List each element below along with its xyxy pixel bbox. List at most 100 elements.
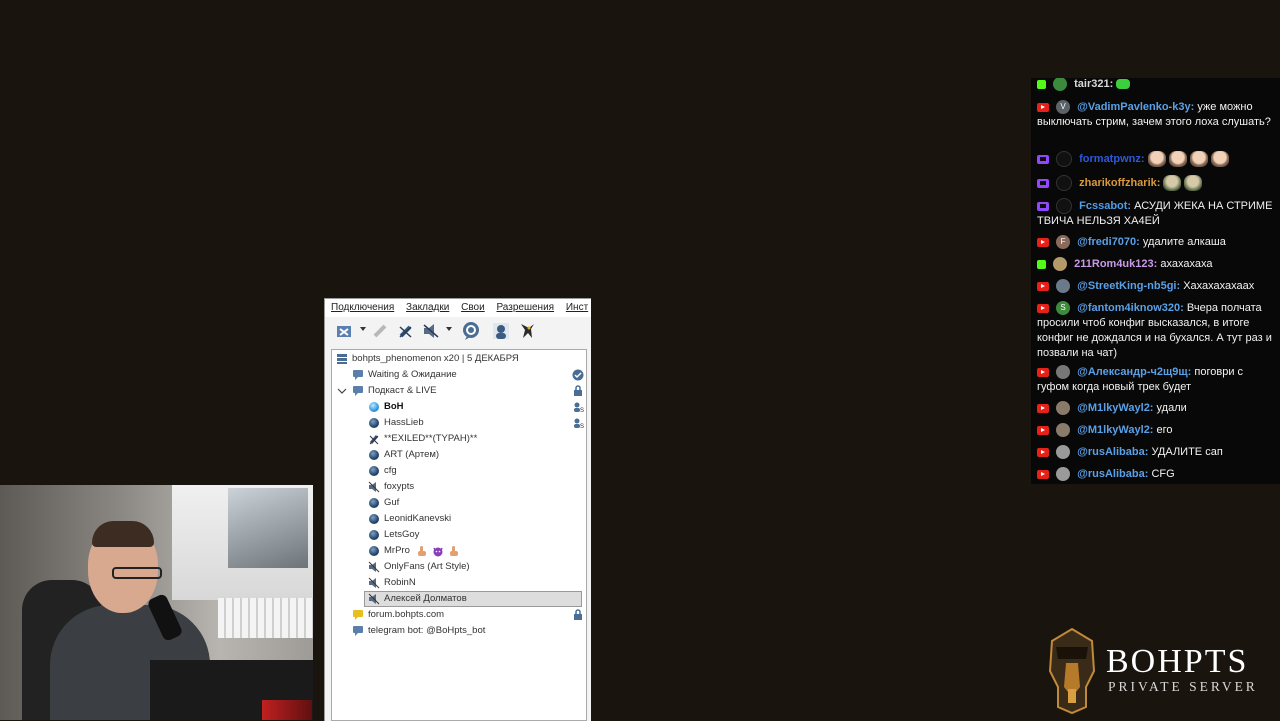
- chat-username: @fantom4iknow320:: [1077, 302, 1184, 314]
- away-icon[interactable]: [371, 321, 391, 341]
- chat-username: @rusAlibaba:: [1077, 468, 1149, 480]
- check-icon: [572, 369, 584, 381]
- avatar: [1056, 467, 1071, 482]
- mute-speakers-icon[interactable]: [421, 321, 441, 341]
- toolbar: [325, 318, 591, 346]
- channel-icon: [352, 369, 364, 381]
- muted-microphone-icon: [368, 433, 380, 445]
- youtube-icon: [1037, 469, 1049, 479]
- user-row[interactable]: **EXILED**(TYPAH)**: [332, 431, 586, 447]
- muted-speakers-icon: [368, 561, 380, 573]
- chevron-down-icon[interactable]: [336, 385, 348, 397]
- user-row[interactable]: RobinN: [332, 575, 586, 591]
- user-icon: [369, 530, 379, 540]
- user-name: LetsGoy: [384, 529, 420, 540]
- server-icon: [336, 353, 348, 365]
- emote-icon: [1210, 151, 1229, 167]
- user-name: HassLieb: [384, 417, 424, 428]
- chat-username: 211Rom4uk123:: [1074, 258, 1158, 270]
- menu-bookmarks[interactable]: Закладки: [403, 299, 452, 317]
- avatar: F: [1056, 235, 1071, 250]
- youtube-icon: [1037, 281, 1049, 291]
- muted-speakers-icon: [368, 577, 380, 589]
- youtube-icon: [1037, 403, 1049, 413]
- menu-tools[interactable]: Инст: [563, 299, 591, 317]
- chat-icon[interactable]: [461, 321, 481, 341]
- chevron-down-icon[interactable]: [446, 327, 452, 331]
- channel-label: forum.bohpts.com: [368, 609, 445, 620]
- twitch-icon: [1037, 154, 1049, 164]
- menu-connections[interactable]: Подключения: [328, 299, 397, 317]
- chat-message: @M1lkyWayl2: его: [1037, 423, 1273, 438]
- chat-message: formatpwnz:: [1037, 151, 1273, 167]
- chat-username: tair321:: [1074, 78, 1114, 90]
- menu-permissions[interactable]: Разрешения: [493, 299, 557, 317]
- wolf-icon[interactable]: [517, 321, 537, 341]
- hand-icon: [448, 545, 460, 557]
- logo-subtitle: PRIVATE SERVER: [1108, 679, 1258, 694]
- emote-icon: [1116, 79, 1131, 90]
- chevron-down-icon[interactable]: [360, 327, 366, 331]
- server-row[interactable]: bohpts_phenomenon x20 | 5 ДЕКАБРЯ: [332, 351, 586, 367]
- channel-telegram[interactable]: telegram bot: @BoHpts_bot: [332, 623, 586, 639]
- user-row[interactable]: cfg: [332, 463, 586, 479]
- webcam-feed: [0, 485, 313, 720]
- muted-speakers-icon: [368, 593, 380, 605]
- user-row-selected[interactable]: Алексей Долматов: [364, 591, 582, 607]
- user-row[interactable]: ART (Артем): [332, 447, 586, 463]
- user-row[interactable]: BoH S: [332, 399, 586, 415]
- user-icon: [369, 418, 379, 428]
- user-row[interactable]: OnlyFans (Art Style): [332, 559, 586, 575]
- kick-icon: [1037, 259, 1046, 269]
- user-row[interactable]: Guf: [332, 495, 586, 511]
- user-row[interactable]: HassLieb S: [332, 415, 586, 431]
- menu-self[interactable]: Свои: [458, 299, 488, 317]
- kick-icon: [1037, 79, 1046, 89]
- chat-message: @M1lkyWayl2: удали: [1037, 401, 1273, 416]
- user-talking-icon: [369, 402, 379, 412]
- user-row[interactable]: LeonidKanevski: [332, 511, 586, 527]
- channel-forum[interactable]: forum.bohpts.com: [332, 607, 586, 623]
- chat-text: АСУДИ ЖЕКА НА СТРИМЕ ТВИЧА НЕЛЬЗЯ ХА4ЕЙ: [1037, 199, 1273, 227]
- user-name: cfg: [384, 465, 397, 476]
- user-row[interactable]: foxypts: [332, 479, 586, 495]
- chat-message: tair321:: [1037, 78, 1273, 92]
- server-admin-icon: S: [572, 417, 584, 430]
- chat-username: @M1lkyWayl2:: [1077, 402, 1154, 414]
- lock-icon: [572, 609, 584, 621]
- mute-microphone-icon[interactable]: [396, 321, 416, 341]
- channel-tree: bohpts_phenomenon x20 | 5 ДЕКАБРЯ Waitin…: [331, 349, 587, 721]
- logo-title: BOHPTS: [1106, 643, 1249, 680]
- channel-label: Waiting & Ожидание: [368, 369, 457, 380]
- chat-message: zharikoffzharik:: [1037, 175, 1273, 191]
- keyboard: [262, 700, 312, 720]
- avatar: S: [1056, 301, 1071, 316]
- server-name: bohpts_phenomenon x20 | 5 ДЕКАБРЯ: [352, 353, 519, 364]
- chat-message: F @fredi7070: удалите алкаша: [1037, 235, 1273, 250]
- emote-icon: [1168, 151, 1187, 167]
- youtube-icon: [1037, 102, 1049, 112]
- chat-message: V @VadimPavlenko-k3y: уже можно выключат…: [1037, 100, 1273, 130]
- chat-message: @Александр-ч2щ9щ: поговри с гуфом когда …: [1037, 365, 1273, 395]
- chat-username: @StreetKing-nb5gi:: [1077, 280, 1181, 292]
- channel-yellow-icon: [352, 609, 364, 621]
- youtube-icon: [1037, 367, 1049, 377]
- menu-bar: Подключения Закладки Свои Разрешения Инс…: [325, 299, 591, 317]
- user-row[interactable]: MrPro: [332, 543, 586, 559]
- emote-icon: [1147, 151, 1166, 167]
- channel-podcast[interactable]: Подкаст & LIVE: [332, 383, 586, 399]
- chat-username: @rusAlibaba:: [1077, 446, 1149, 458]
- user-row[interactable]: LetsGoy: [332, 527, 586, 543]
- user-icon: [369, 546, 379, 556]
- chat-username: @M1lkyWayl2:: [1077, 424, 1154, 436]
- avatar: [1053, 78, 1068, 92]
- user-name: LeonidKanevski: [384, 513, 452, 524]
- contacts-icon[interactable]: [491, 321, 511, 341]
- radiator: [218, 598, 313, 638]
- avatar: [1056, 198, 1073, 214]
- chat-text: Хахахахахаах: [1183, 280, 1255, 292]
- channel-waiting[interactable]: Waiting & Ожидание: [332, 367, 586, 383]
- avatar: [1056, 279, 1071, 294]
- chat-message: 211Rom4uk123: ахахахаха: [1037, 257, 1273, 272]
- disconnect-icon[interactable]: [335, 321, 355, 341]
